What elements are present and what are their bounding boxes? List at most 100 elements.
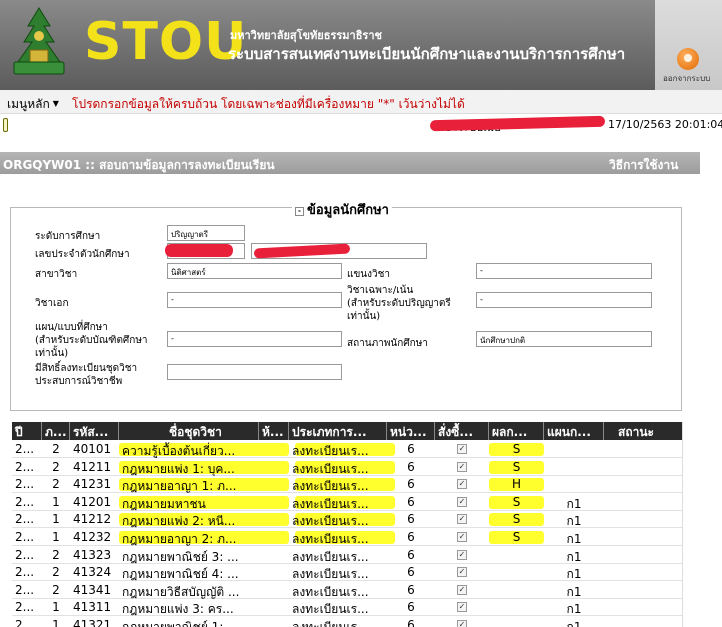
program-field[interactable]: นิติศาสตร์ <box>167 263 342 279</box>
cell-plan: ก1 <box>566 514 582 529</box>
login-datetime: 17/10/2563 20:01:04 <box>608 118 722 131</box>
cell-plan: ก1 <box>566 584 582 599</box>
cell-name: กฎหมายมหาชน <box>122 496 206 511</box>
cell-term: 2 <box>52 565 60 580</box>
order-checkbox[interactable]: ✓ <box>457 444 467 454</box>
required-fields-notice: โปรดกรอกข้อมูลให้ครบถ้วน โดยเฉพาะช่องที่… <box>72 97 465 111</box>
order-checkbox[interactable]: ✓ <box>457 567 467 578</box>
table-row[interactable]: 2... 2 41324 กฎหมายพาณิชย์ 4: ... ลงทะเบียนเ… <box>12 564 682 582</box>
specialization-field[interactable]: - <box>476 292 652 308</box>
col-term-header[interactable]: ภ... <box>42 422 70 440</box>
table-row[interactable]: 2... 1 41321 กฎหมายพาณิชย์ 1: ... ลงทะเบียนเ… <box>12 617 682 627</box>
cell-term: 2 <box>52 459 60 474</box>
order-checkbox[interactable]: ✓ <box>457 479 467 490</box>
col-code-header[interactable]: รหัส... <box>70 422 119 440</box>
cell-plan: ก1 <box>566 620 582 627</box>
collapse-toggle-icon[interactable]: - <box>295 207 304 216</box>
info-bar: เข้าระบบเมื่อ 17/10/2563 20:01:04 <box>0 114 722 136</box>
table-row[interactable]: 2... 1 41232 กฎหมายอาญา 2: ภ... ลงทะเบียนเร.… <box>12 529 682 546</box>
table-row[interactable]: 2... 1 41311 กฎหมายแพ่ง 3: คร... ลงทะเบียนเร… <box>12 599 682 617</box>
major-field[interactable]: - <box>167 292 342 308</box>
cell-unit: 6 <box>407 477 415 492</box>
main-menu-button[interactable]: เมนูหลัก ▼ <box>7 95 59 114</box>
main-menu-label[interactable]: เมนูหลัก <box>7 97 50 111</box>
cell-year: 2... <box>15 618 35 627</box>
cell-year: 2... <box>15 547 35 562</box>
table-row[interactable]: 2... 2 40101 ความรู้เบื้องต้นเกี่ยว... ลงทะเ… <box>12 441 682 458</box>
col-plan-header[interactable]: แผนก... <box>544 422 604 440</box>
col-order-header[interactable]: สั่งซื้... <box>435 422 489 440</box>
col-unit-header[interactable]: หน่ว... <box>387 422 435 440</box>
cell-name: กฎหมายพาณิชย์ 3: ... <box>122 549 239 564</box>
student-id-label: เลขประจำตัวนักศึกษา <box>35 249 130 260</box>
cell-type: ลงทะเบียนเร... <box>292 584 369 599</box>
table-row[interactable]: 2... 2 41231 กฎหมายอาญา 1: ภ... ลงทะเบียนเร.… <box>12 476 682 494</box>
plan-field[interactable]: - <box>167 331 342 347</box>
col-room-header[interactable]: ห้... <box>259 422 289 440</box>
order-checkbox[interactable]: ✓ <box>457 584 467 595</box>
cell-code: 41311 <box>73 600 112 615</box>
legend-label: ข้อมูลนักศึกษา <box>307 203 389 218</box>
col-grade-header[interactable]: ผลก... <box>489 422 544 440</box>
cell-plan <box>544 441 604 458</box>
level-field[interactable]: ปริญญาตรี <box>167 225 245 241</box>
cell-code: 41211 <box>73 459 112 474</box>
cell-unit: 6 <box>407 494 415 509</box>
panel-handle[interactable] <box>3 118 8 132</box>
cell-name: กฎหมายพาณิชย์ 4: ... <box>122 567 239 582</box>
cell-plan: ก1 <box>566 496 582 511</box>
cell-name: กฎหมายพาณิชย์ 1: ... <box>122 620 239 627</box>
cell-term: 2 <box>52 582 60 597</box>
cell-code: 40101 <box>73 442 112 456</box>
cell-year: 2... <box>15 442 35 456</box>
cell-type: ลงทะเบียนเร... <box>292 567 369 582</box>
cell-unit: 6 <box>407 530 415 544</box>
cell-year: 2... <box>15 477 35 492</box>
cell-name: กฎหมายแพ่ง 2: หนี... <box>122 514 236 529</box>
cell-unit: 6 <box>407 547 415 562</box>
logout-icon[interactable] <box>677 48 699 70</box>
order-checkbox[interactable]: ✓ <box>457 602 467 613</box>
branch-field[interactable]: - <box>476 263 652 279</box>
cell-term: 1 <box>52 530 60 544</box>
status-label: สถานภาพนักศึกษา <box>347 338 428 349</box>
col-type-header[interactable]: ประเภทการ... <box>289 422 387 440</box>
branch-label: แขนงวิชา <box>347 269 391 280</box>
table-row[interactable]: 2... 2 41341 กฎหมายวิธีสบัญญัติ ... ลงทะเบีย… <box>12 582 682 599</box>
level-label: ระดับการศึกษา <box>35 231 101 242</box>
table-row[interactable]: 2... 1 41201 กฎหมายมหาชน ลงทะเบียนเร... 6 S ก1 ✓ <box>12 494 682 511</box>
cell-grade <box>489 547 544 564</box>
status-field[interactable]: นักศึกษาปกติ <box>476 331 652 347</box>
table-row[interactable]: 2... 1 41212 กฎหมายแพ่ง 2: หนี... ลงทะเบียนเ… <box>12 511 682 529</box>
cell-plan: ก1 <box>566 532 582 546</box>
order-checkbox[interactable]: ✓ <box>457 620 467 627</box>
order-checkbox[interactable]: ✓ <box>457 514 467 525</box>
experience-field[interactable] <box>167 364 342 380</box>
cell-term: 2 <box>52 442 60 456</box>
cell-code: 41212 <box>73 512 112 527</box>
col-status-header[interactable]: สถานะ <box>604 422 682 440</box>
help-link[interactable]: วิธีการใช้งาน <box>609 156 678 175</box>
col-year-header[interactable]: ปี <box>12 422 42 440</box>
order-checkbox[interactable]: ✓ <box>457 549 467 560</box>
cell-grade <box>489 599 544 616</box>
cell-grade: S <box>512 530 521 544</box>
logout-label[interactable]: ออกจากระบบ <box>663 72 710 85</box>
system-name: ระบบสารสนเทศงานทะเบียนนักศึกษาและงานบริก… <box>228 45 626 63</box>
order-checkbox[interactable]: ✓ <box>457 461 467 472</box>
app-header: STOU มหาวิทยาลัยสุโขทัยธรรมาธิราช ระบบสา… <box>0 0 722 90</box>
cell-unit: 6 <box>407 512 415 527</box>
order-checkbox[interactable]: ✓ <box>457 532 467 542</box>
cell-year: 2... <box>15 600 35 615</box>
cell-code: 41321 <box>73 618 112 627</box>
col-name-header[interactable]: ชื่อชุดวิชา <box>119 422 259 440</box>
major-label: วิชาเอก <box>35 298 69 309</box>
cell-type: ลงทะเบียนเร... <box>292 479 369 494</box>
order-checkbox[interactable]: ✓ <box>457 496 467 507</box>
cell-type: ลงทะเบียนเร... <box>292 532 369 546</box>
dropdown-arrow-icon[interactable]: ▼ <box>53 99 59 108</box>
cell-year: 2... <box>15 582 35 597</box>
table-row[interactable]: 2... 2 41211 กฎหมายแพ่ง 1: บุค... ลงทะเบียนเ… <box>12 459 682 476</box>
table-row[interactable]: 2... 2 41323 กฎหมายพาณิชย์ 3: ... ลงทะเบียนเ… <box>12 547 682 564</box>
cell-name: กฎหมายแพ่ง 1: บุค... <box>122 461 235 476</box>
